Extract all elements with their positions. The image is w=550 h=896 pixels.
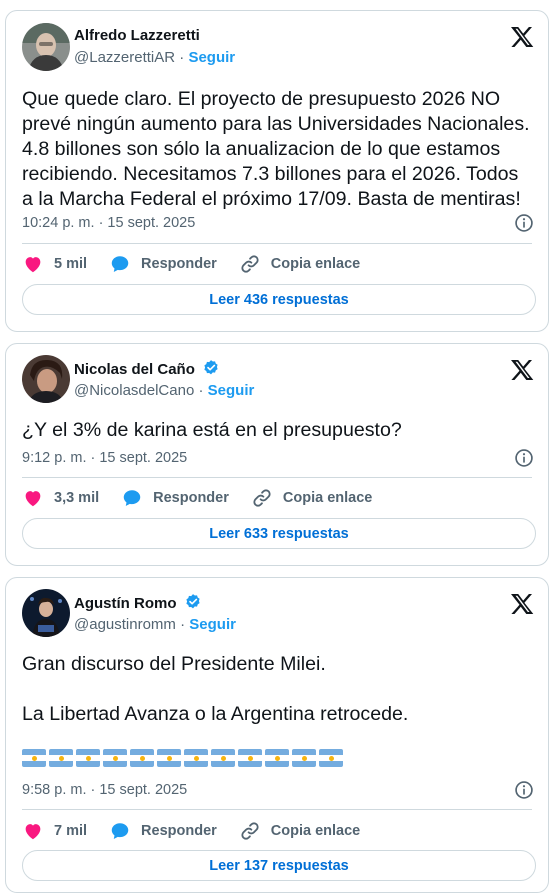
- author-name[interactable]: Alfredo Lazzeretti: [74, 27, 200, 44]
- info-icon[interactable]: [514, 780, 534, 800]
- avatar[interactable]: [22, 589, 70, 637]
- reply-bubble-icon: [111, 256, 129, 272]
- author-name[interactable]: Nicolas del Caño: [74, 361, 195, 378]
- like-count: 7 mil: [54, 823, 88, 839]
- x-logo-icon[interactable]: [510, 592, 534, 616]
- copy-link-label: Copia enlace: [282, 490, 373, 506]
- action-bar: 3,3 mil Responder Copia enlace: [22, 486, 532, 510]
- argentina-flag-emoji: [76, 749, 100, 767]
- reply-button[interactable]: Responder: [121, 487, 229, 509]
- like-button[interactable]: 3,3 mil: [22, 487, 99, 509]
- heart-icon: [25, 824, 41, 840]
- timestamp[interactable]: 9:12 p. m. · 15 sept. 2025: [22, 450, 187, 466]
- info-icon[interactable]: [514, 213, 534, 233]
- avatar[interactable]: [22, 23, 70, 71]
- like-button[interactable]: 7 mil: [22, 820, 87, 842]
- handle-row: @NicolasdelCano · Seguir: [74, 382, 254, 399]
- x-logo-icon[interactable]: [510, 25, 534, 49]
- post-card[interactable]: Alfredo Lazzeretti @LazzerettiAR · Segui…: [5, 10, 549, 332]
- post-card[interactable]: Nicolas del Caño @NicolasdelCano · Segui…: [5, 343, 549, 566]
- copy-link-label: Copia enlace: [270, 256, 361, 272]
- author-name-row: Nicolas del Caño: [74, 359, 220, 378]
- reply-label: Responder: [141, 823, 217, 839]
- divider: [22, 477, 532, 478]
- copy-link-button[interactable]: Copia enlace: [239, 820, 360, 842]
- argentina-flag-emoji: [211, 749, 235, 767]
- timestamp[interactable]: 9:58 p. m. · 15 sept. 2025: [22, 782, 187, 798]
- argentina-flag-emoji: [130, 749, 154, 767]
- author-handle[interactable]: @agustinromm: [74, 616, 176, 633]
- like-count: 5 mil: [54, 256, 88, 272]
- argentina-flag-emoji: [49, 749, 73, 767]
- heart-icon: [25, 257, 41, 273]
- divider: [22, 243, 532, 244]
- verified-badge-icon[interactable]: [202, 359, 220, 377]
- reply-label: Responder: [141, 256, 217, 272]
- reply-button[interactable]: Responder: [109, 820, 217, 842]
- copy-link-button[interactable]: Copia enlace: [239, 253, 360, 275]
- heart-icon: [25, 491, 41, 507]
- link-icon: [241, 822, 259, 840]
- info-icon[interactable]: [514, 448, 534, 468]
- author-handle[interactable]: @NicolasdelCano: [74, 382, 194, 399]
- reply-button[interactable]: Responder: [109, 253, 217, 275]
- author-handle[interactable]: @LazzerettiAR: [74, 49, 175, 66]
- post-text: ¿Y el 3% de karina está en el presupuest…: [22, 419, 402, 441]
- like-button[interactable]: 5 mil: [22, 253, 87, 275]
- argentina-flag-emoji: [265, 749, 289, 767]
- link-icon: [253, 489, 271, 507]
- post-text: Gran discurso del Presidente Milei.: [22, 653, 326, 675]
- separator: ·: [179, 49, 185, 66]
- read-replies-button[interactable]: Leer 436 respuestas: [22, 284, 536, 315]
- copy-link-label: Copia enlace: [270, 823, 361, 839]
- like-count: 3,3 mil: [54, 490, 100, 506]
- link-icon: [241, 255, 259, 273]
- separator: ·: [198, 382, 204, 399]
- post-text: Que quede claro. El proyecto de presupue…: [22, 88, 530, 210]
- argentina-flag-emoji: [238, 749, 262, 767]
- follow-button[interactable]: Seguir: [208, 382, 255, 399]
- divider: [22, 809, 532, 810]
- reply-bubble-icon: [123, 490, 141, 506]
- reply-label: Responder: [153, 490, 229, 506]
- timestamp[interactable]: 10:24 p. m. · 15 sept. 2025: [22, 215, 195, 231]
- reply-bubble-icon: [111, 823, 129, 839]
- author-name-row: Agustín Romo: [74, 593, 202, 612]
- follow-button[interactable]: Seguir: [188, 49, 235, 66]
- post-text-line-2: La Libertad Avanza o la Argentina retroc…: [22, 703, 409, 725]
- read-replies-button[interactable]: Leer 633 respuestas: [22, 518, 536, 549]
- argentina-flag-emoji: [103, 749, 127, 767]
- action-bar: 7 mil Responder Copia enlace: [22, 819, 532, 843]
- flag-emoji-row: [22, 749, 343, 767]
- argentina-flag-emoji: [22, 749, 46, 767]
- argentina-flag-emoji: [292, 749, 316, 767]
- author-name[interactable]: Agustín Romo: [74, 595, 177, 612]
- handle-row: @agustinromm · Seguir: [74, 616, 236, 633]
- x-logo-icon[interactable]: [510, 358, 534, 382]
- copy-link-button[interactable]: Copia enlace: [251, 487, 372, 509]
- argentina-flag-emoji: [319, 749, 343, 767]
- argentina-flag-emoji: [184, 749, 208, 767]
- read-replies-button[interactable]: Leer 137 respuestas: [22, 850, 536, 881]
- handle-row: @LazzerettiAR · Seguir: [74, 49, 235, 66]
- post-card[interactable]: Agustín Romo @agustinromm · Seguir Gran …: [5, 577, 549, 893]
- follow-button[interactable]: Seguir: [189, 616, 236, 633]
- separator: ·: [180, 616, 186, 633]
- action-bar: 5 mil Responder Copia enlace: [22, 252, 532, 276]
- argentina-flag-emoji: [157, 749, 181, 767]
- verified-badge-icon[interactable]: [184, 593, 202, 611]
- avatar[interactable]: [22, 355, 70, 403]
